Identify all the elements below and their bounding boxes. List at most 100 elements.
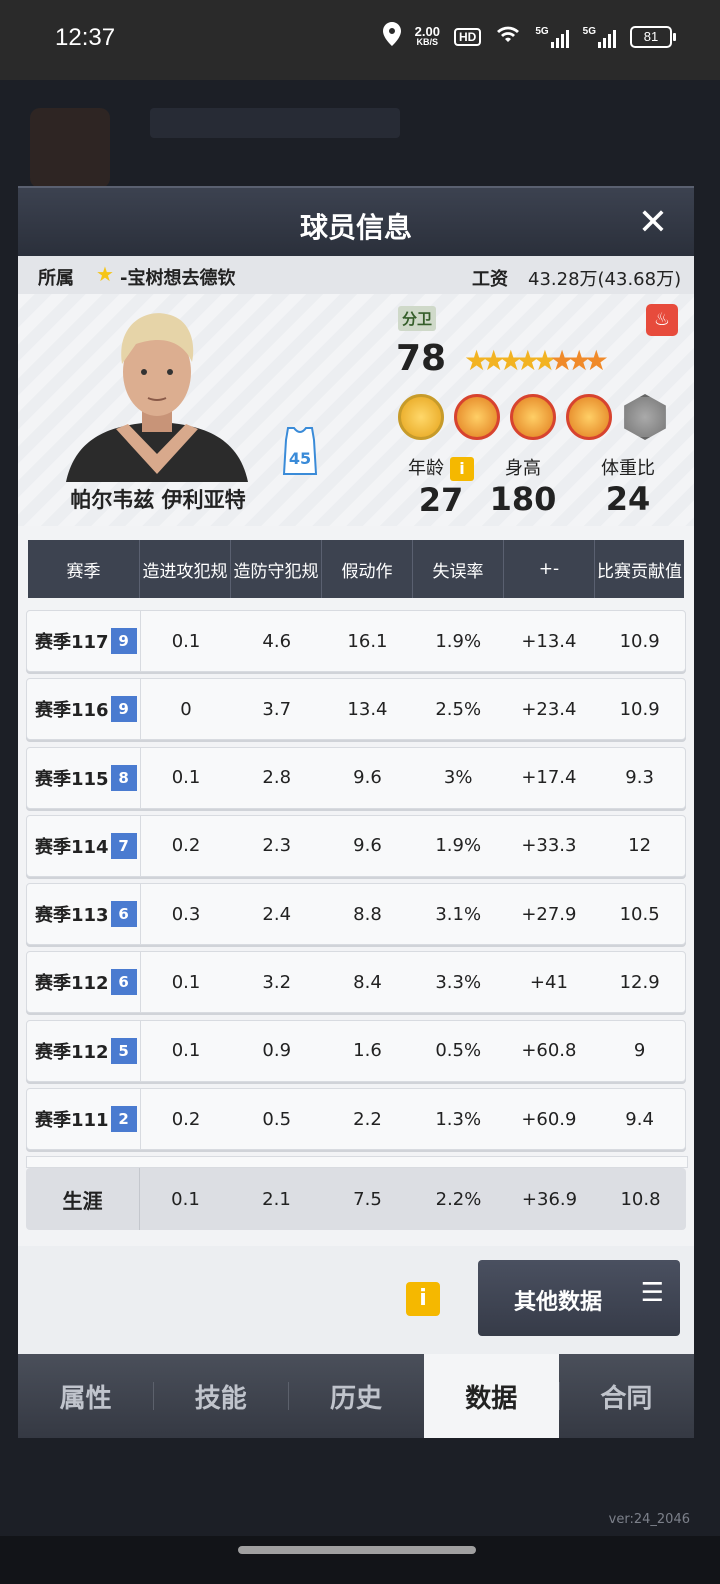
rank-badge: 9 [110,696,137,723]
stat-cell: 2.2 [353,1108,382,1130]
badge-icon[interactable] [398,394,444,440]
stat-cell: +60.9 [521,1108,577,1130]
stat-cell: 9.4 [625,1108,654,1130]
modal-header: 球员信息 ✕ [18,186,694,258]
table-row[interactable]: 赛季113 6 0.3 2.4 8.8 3.1% +27.9 10.5 [26,883,686,946]
career-cell: +36.9 [521,1188,578,1210]
rank-badge: 9 [110,628,137,654]
col-header-offensive-fouls: 造进攻犯规 [140,540,231,598]
badge-icon[interactable] [510,394,556,440]
stat-cell: 10.5 [619,903,660,925]
team-name: -宝树想去德钦 [120,268,236,289]
season-cell: 赛季116 9 [27,679,141,740]
weight-block: 体重比 24 [588,454,668,518]
stat-cell: 9.6 [353,835,382,857]
stat-cell: 0 [180,698,192,720]
age-block: 年龄 i 27 [396,454,486,519]
info-button[interactable]: i [406,1282,440,1316]
career-cell: 2.2% [435,1188,482,1210]
signal-icon: 5G [535,26,569,48]
rank-badge: 5 [110,1037,137,1064]
stat-cell: 2.4 [262,903,292,925]
fire-icon[interactable]: ♨ [646,304,678,336]
stat-cell: 12 [628,835,652,857]
stat-cell: 0.1 [171,971,201,993]
clock: 12:37 [55,24,116,51]
stat-cell: 9 [633,1040,646,1062]
stat-cell: 1.6 [353,1040,382,1062]
version-label: ver:24_2046 [608,1512,690,1527]
star-icon: ★ [96,262,114,286]
badge-icon[interactable] [454,394,500,440]
season-label: 赛季114 [35,836,109,858]
stats-table-header: 赛季 造进攻犯规 造防守犯规 假动作 失误率 +- 比赛贡献值 [28,540,684,598]
stat-cell: +60.8 [521,1040,577,1062]
hd-indicator: HD [453,27,482,46]
stat-cell: 2.5% [435,698,482,720]
salary-value: 43.28万(43.68万) [528,269,682,290]
tab-contract[interactable]: 合同 [558,1354,694,1438]
season-cell: 赛季112 6 [27,952,141,1013]
home-indicator[interactable] [238,1546,476,1554]
rank-badge: 8 [110,764,137,791]
season-cell: 赛季111 2 [27,1089,141,1150]
career-cell: 0.1 [171,1188,200,1210]
stat-cell: 3.2 [262,971,292,993]
badge-icon[interactable] [566,394,612,440]
locked-badge-icon[interactable] [624,394,666,440]
stats-table-body: 赛季117 9 0.1 4.6 16.1 1.9% +13.4 10.9 赛季116 9 0 3.7 1… [26,610,686,1156]
signal-icon: 5G [583,26,616,48]
modal-title: 球员信息 [299,211,412,244]
stat-cell: 0.1 [171,1040,201,1062]
stat-cell: +17.4 [521,767,577,789]
menu-icon: ☰ [640,1278,664,1308]
table-row[interactable]: 赛季115 8 0.1 2.8 9.6 3% +17.4 9.3 [26,746,686,809]
career-label: 生涯 [26,1168,140,1230]
season-label: 赛季116 [35,700,109,722]
close-button[interactable]: ✕ [638,202,668,243]
table-row[interactable]: 赛季114 7 0.2 2.3 9.6 1.9% +33.3 12 [26,814,686,877]
other-data-label: 其他数据 [514,1290,603,1315]
table-row[interactable]: 赛季116 9 0 3.7 13.4 2.5% +23.4 10.9 [26,678,686,741]
position-badge: 分卫 [398,306,437,331]
tab-attributes[interactable]: 属性 [18,1354,153,1438]
tab-data[interactable]: 数据 [423,1354,559,1438]
team-label: 所属 [38,268,74,289]
salary-label: 工资 [472,269,508,290]
stat-cell: 10.9 [619,630,660,652]
team-salary-row: 所属 ★ -宝树想去德钦 工资 43.28万(43.68万) [18,256,694,294]
age-value: 27 [418,481,464,519]
info-icon[interactable]: i [450,457,474,481]
stat-cell: +27.9 [521,903,577,925]
rank-badge: 6 [110,901,137,928]
season-cell: 赛季113 6 [27,884,141,945]
stat-cell: 16.1 [347,630,388,652]
background-team-bar [150,108,400,138]
table-row[interactable]: 赛季111 2 0.2 0.5 2.2 1.3% +60.9 9.4 [26,1088,686,1151]
stat-cell: 0.5% [435,1040,482,1062]
table-row[interactable]: 赛季117 9 0.1 4.6 16.1 1.9% +13.4 10.9 [26,610,686,672]
stat-cell: +23.4 [521,698,577,720]
col-header-fakes: 假动作 [322,540,413,598]
stat-cell: 3% [443,767,473,789]
jersey-number: 45 [289,449,311,468]
tab-history[interactable]: 历史 [288,1354,423,1438]
team-logo-background [30,108,110,188]
season-label: 赛季117 [35,632,109,653]
age-label: 年龄 [408,458,444,479]
stat-cell: 3.3% [435,971,482,993]
career-row: 生涯 0.1 2.1 7.5 2.2% +36.9 10.8 [26,1168,686,1230]
table-row[interactable]: 赛季112 6 0.1 3.2 8.4 3.3% +41 12.9 [26,951,686,1014]
stat-cell: 0.5 [262,1108,292,1130]
stat-cell: 0.2 [171,835,201,857]
rank-badge: 2 [110,1106,137,1133]
other-data-button[interactable]: 其他数据 ☰ [478,1260,680,1336]
table-row[interactable]: 赛季112 5 0.1 0.9 1.6 0.5% +60.8 9 [26,1019,686,1082]
stat-cell: 13.4 [347,698,388,720]
status-bar: 12:37 2.00 KB/S HD 5G 5G 81 [0,0,720,80]
weight-value: 24 [605,480,651,518]
tab-skills[interactable]: 技能 [153,1354,288,1438]
stat-cell: +13.4 [521,630,577,652]
height-label: 身高 [505,458,541,479]
stat-cell: 1.9% [435,630,482,652]
